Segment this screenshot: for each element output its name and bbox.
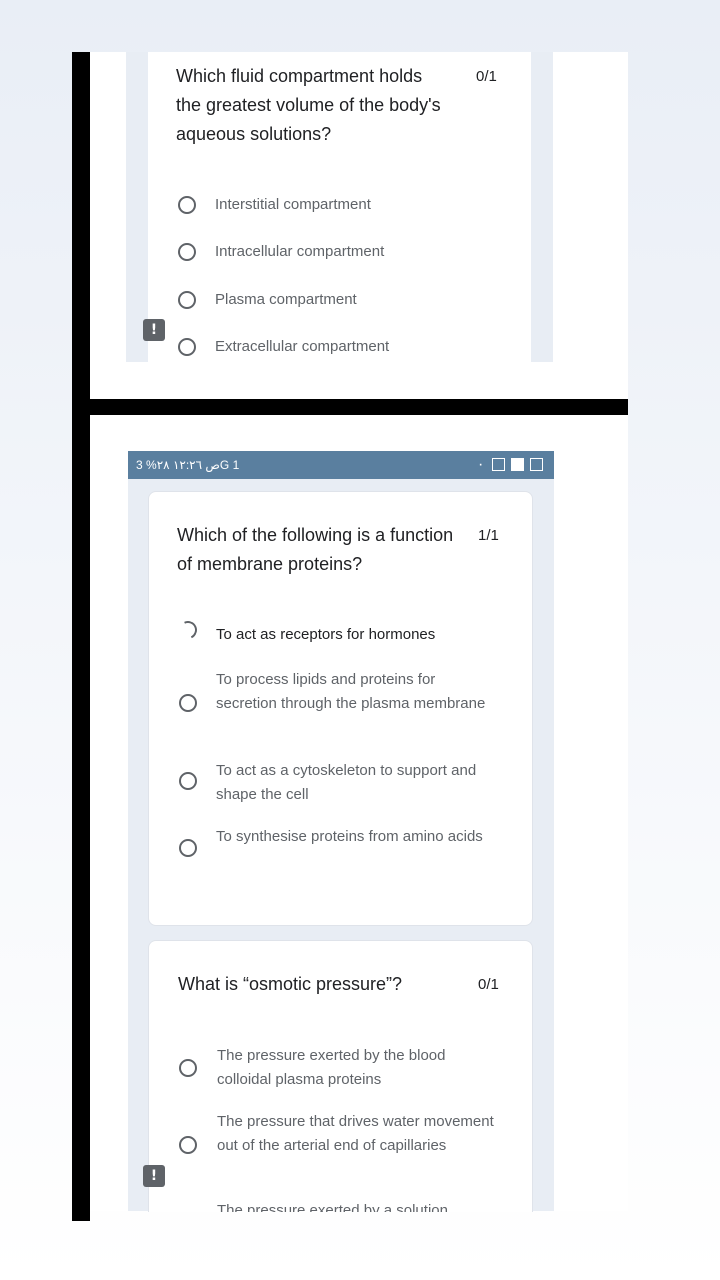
radio-button[interactable] — [178, 196, 196, 214]
top-gray-gutter-right — [531, 52, 553, 362]
option-label: Interstitial compartment — [215, 196, 371, 213]
radio-button[interactable] — [179, 839, 197, 857]
radio-button[interactable] — [179, 694, 197, 712]
option-label: To act as receptors for hormones — [216, 626, 436, 643]
score-label: 0/1 — [476, 68, 497, 85]
option-label: The pressure exerted by the blood colloi… — [217, 1047, 446, 1088]
image-notification-icon — [530, 458, 543, 471]
question-card: What is “osmotic pressure”? 0/1 The pres… — [148, 940, 533, 1212]
radio-button[interactable] — [179, 1059, 197, 1077]
option-label: Plasma compartment — [215, 291, 357, 308]
question-card: Which of the following is a function of … — [148, 491, 533, 926]
option-label: To act as a cytoskeleton to support and … — [216, 762, 477, 803]
top-gray-gutter-left — [126, 52, 148, 362]
option-label: Intracellular compartment — [215, 243, 385, 260]
radio-button[interactable] — [178, 338, 196, 356]
left-black-bar-top — [72, 52, 90, 400]
checkbox-notification-icon — [492, 458, 505, 471]
left-black-bar-bottom — [72, 415, 90, 1221]
top-question-card: Which fluid compartment holds the greate… — [148, 52, 531, 362]
status-dot: · — [478, 456, 484, 473]
score-label: 0/1 — [478, 976, 499, 993]
question-text: Which of the following is a function of … — [177, 525, 454, 574]
status-bar: ص ١٢:٢٦ ٢٨% 3G 1 · — [128, 451, 554, 479]
status-bar-text: ص ١٢:٢٦ ٢٨% 3G 1 — [136, 458, 240, 472]
question-text: What is “osmotic pressure”? — [178, 974, 403, 994]
option-label: The pressure exerted by a solution — [217, 1202, 448, 1212]
option-label: The pressure that drives water movement … — [217, 1113, 494, 1154]
report-icon[interactable]: ! — [143, 1165, 165, 1187]
score-label: 1/1 — [478, 527, 499, 544]
folder-notification-icon — [511, 458, 524, 471]
screenshot-divider-bar — [72, 399, 628, 415]
option-label: To synthesise proteins from amino acids — [216, 828, 483, 845]
radio-button[interactable] — [178, 243, 196, 261]
report-icon[interactable]: ! — [143, 319, 165, 341]
question-text: Which fluid compartment holds the greate… — [176, 66, 441, 144]
option-label: To process lipids and proteins for secre… — [216, 671, 486, 712]
radio-button[interactable] — [179, 772, 197, 790]
option-label: Extracellular compartment — [215, 338, 390, 355]
radio-button[interactable] — [178, 291, 196, 309]
radio-button[interactable] — [179, 1136, 197, 1154]
selected-radio-icon[interactable] — [176, 618, 200, 642]
